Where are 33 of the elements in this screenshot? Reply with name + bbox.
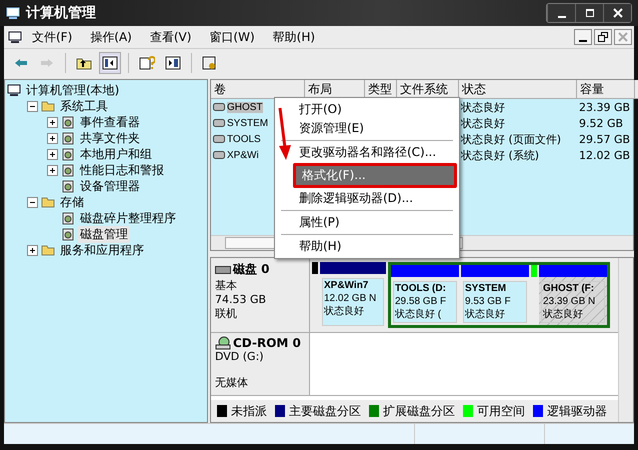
table-cell-text: 状态良好 (460, 100, 506, 114)
table-cell-text: 状态良好 (460, 116, 506, 130)
partition-status: 状态良好 (543, 308, 584, 321)
legend-label: 扩展磁盘分区 (383, 402, 455, 420)
table-cell-text: 状态良好 (系统) (460, 148, 540, 162)
partition-size: 23.39 GB N (543, 295, 596, 308)
legend-label: 主要磁盘分区 (289, 402, 361, 420)
partition-size: 29.58 GB F (395, 295, 448, 308)
partition-name: XP&Win7 (324, 280, 370, 292)
disk-name: 磁盘 0 (215, 261, 305, 278)
partition-size: 12.02 GB N (324, 292, 378, 305)
disk-status: 联机 (215, 306, 238, 321)
partition-name: TOOLS (D: (395, 283, 447, 295)
legend-label: 未指派 (231, 402, 267, 420)
partition-name: GHOST (F: (543, 283, 596, 295)
drive-type: DVD (G:) (215, 350, 265, 363)
partition-size: 9.53 GB F (465, 295, 512, 308)
table-cell-text: 状态良好 (页面文件) (460, 132, 562, 146)
disk-type: 基本 (215, 278, 238, 293)
media-status: 无媒体 (215, 375, 249, 390)
table-cell-text: 12.02 GB (578, 148, 632, 162)
partition-status: 状态良好 (324, 305, 365, 318)
partition-status: 状态良好 (465, 308, 506, 321)
window-title: 计算机管理 (26, 4, 96, 22)
disk-size: 74.53 GB (215, 293, 268, 306)
disk-name: CD-ROM 0 (215, 336, 305, 350)
partition-status: 状态良好 ( (395, 308, 442, 321)
legend-label: 可用空间 (477, 402, 525, 420)
table-cell-text: 29.57 GB (578, 132, 632, 146)
table-cell-text: 23.39 GB (578, 100, 632, 114)
table-cell-text: 9.52 GB (578, 116, 624, 130)
legend-label: 逻辑驱动器 (547, 402, 607, 420)
partition-name: SYSTEM (465, 283, 508, 295)
